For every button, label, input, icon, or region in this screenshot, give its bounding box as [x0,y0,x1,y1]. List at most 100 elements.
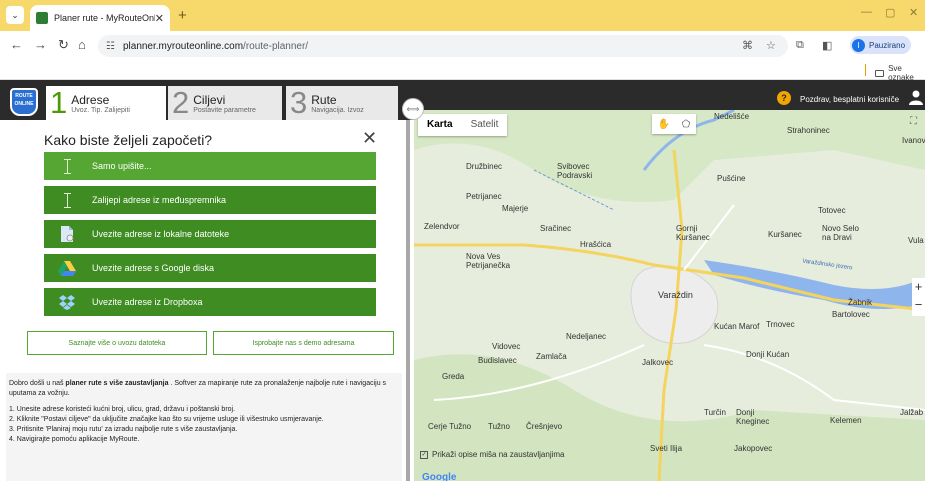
map-label: Cerje Tužno [428,422,472,431]
map-label: Nedelišće [714,112,750,121]
url-host: planner.myrouteonline.com [122,40,244,52]
learn-import-button[interactable]: Saznajte više o uvozu datoteka [27,331,207,355]
map-canvas[interactable]: Karta Satelit ✋ ⬠ ⛶ + − Nedelišće Strahon… [414,110,925,481]
map-label: Jakopovec [734,444,773,453]
map-label: Jalžab [900,408,924,417]
text-cursor-icon [58,191,76,209]
tab-strip: ⌄ Planer rute - MyRouteOnline ✕ + — ▢ ✕ [0,0,925,31]
import-dropbox-button[interactable]: Uvezite adrese iz Dropboxa [44,288,376,316]
step-routes-tab[interactable]: 3 Rute Navigacija. Izvoz [286,86,398,120]
import-google-drive-button[interactable]: Uvezite adrese s Google diska [44,254,376,282]
google-logo: Google [422,472,457,481]
step-subtitle: Postavite parametre [193,106,256,114]
hover-descriptions-option[interactable]: ✓ Prikaži opise miša na zaustavljanjima [420,450,565,459]
browser-window: ⌄ Planer rute - MyRouteOnline ✕ + — ▢ ✕ … [0,0,925,481]
type-addresses-button[interactable]: Samo upišite... [44,152,376,180]
tab-title: Planer rute - MyRouteOnline [54,13,155,23]
instruction-item: 2. Kliknite "Postavi ciljeve" da uključi… [9,416,324,423]
map-type-map-button[interactable]: Karta [418,114,462,136]
map-label: Pušćine [717,174,746,183]
step-title: Ciljevi [193,92,226,107]
extensions-icon[interactable]: ⧉ [796,39,804,52]
map-label: Petrijanec [466,192,502,201]
map-label: Svibovec Podravski [557,162,593,180]
greeting-text[interactable]: Pozdrav, besplatni korisniče [800,95,899,104]
map-label: Kuršanec [768,230,802,239]
active-tab[interactable]: Planer rute - MyRouteOnline ✕ [30,5,170,31]
reload-icon[interactable]: ↻ [58,37,69,53]
map-label: Vula [908,236,924,245]
hover-descriptions-label: Prikaži opise miša na zaustavljanjima [432,450,565,459]
map-label: Strahoninec [787,126,830,135]
minimize-icon[interactable]: — [861,6,872,18]
map-type-satellite-button[interactable]: Satelit [462,114,508,136]
map-label: Novo Selo na Dravi [822,224,859,242]
forward-icon[interactable]: → [34,37,47,52]
map-label: Ivanov [902,136,925,145]
side-panel-icon[interactable]: ◧ [822,39,832,52]
map-label: Trnovec [766,320,795,329]
instruction-item: 4. Navigirajte pomoću aplikacije MyRoute… [9,436,140,443]
profile-paused-button[interactable]: I Pauzirano [850,36,912,54]
step-addresses-tab[interactable]: 1 Adrese Uvoz. Tip. Zalijepiti [46,86,166,120]
option-label: Uvezite adrese s Google diska [92,263,215,273]
step-title: Adrese [71,92,110,107]
demo-addresses-button[interactable]: Isprobajte nas s demo adresama [213,331,394,355]
home-icon[interactable]: ⌂ [78,37,86,52]
browser-toolbar: ← → ↻ ⌂ ☷ planner.myrouteonline.com /rou… [0,31,925,61]
map-label: Zamlača [536,352,567,361]
map-label: Sračinec [540,224,572,233]
map-label: Turčin [704,408,726,417]
myroute-logo[interactable]: ROUTE ONLINE [10,88,38,116]
step-goals-tab[interactable]: 2 Ciljevi Postavite parametre [168,86,282,120]
back-icon[interactable]: ← [10,37,23,52]
map-label: Hrašćica [580,240,612,249]
dropbox-icon [58,293,76,311]
hover-descriptions-checkbox[interactable]: ✓ [420,450,428,459]
zoom-control[interactable]: + − [912,278,925,316]
step-number: 1 [50,85,68,120]
fullscreen-icon[interactable]: ⛶ [910,116,917,127]
map-label: Nedeljanec [566,332,607,341]
map-label: Donji Kućan [746,350,790,359]
map-label: Nova Ves Petrijanečka [466,252,511,270]
map-label: Vidovec [492,342,521,351]
paused-label: Pauzirano [869,40,906,50]
favicon-icon [36,12,48,24]
folder-icon [875,69,885,77]
step-subtitle: Navigacija. Izvoz [311,106,364,114]
window-close-icon[interactable]: ✕ [909,6,918,19]
paste-clipboard-button[interactable]: Zalijepi adrese iz međuspremnika [44,186,376,214]
tab-close-icon[interactable]: ✕ [155,12,164,25]
map-label: Družbinec [466,162,503,171]
site-info-icon[interactable]: ☷ [106,41,115,52]
maximize-icon[interactable]: ▢ [885,6,895,19]
user-icon[interactable] [908,89,924,105]
map-label: Žabnik [848,298,873,307]
map-label: Gornji Kuršanec [676,224,710,242]
step-number: 2 [172,85,190,120]
text-cursor-icon [58,157,76,175]
help-icon[interactable]: ? [777,91,791,105]
panel-resize-handle[interactable]: ⟺ [402,98,424,120]
bookmarks-separator [865,64,866,76]
draw-shape-icon[interactable]: ⬠ [682,119,691,130]
instruction-item: 3. Pritisnite 'Planiraj moju rutu' za iz… [9,426,238,433]
map-label: Zelendvor [424,222,460,231]
map-label: Bartolovec [832,310,870,319]
welcome-info: Dobro došli u naš planer rute s više zau… [6,373,402,481]
map-label: Donji Kneginec [736,408,770,426]
option-label: Uvezite adrese iz Dropboxa [92,297,203,307]
panel-close-icon[interactable]: ✕ [362,128,377,149]
welcome-text: Dobro došli u naš planer rute s više zau… [9,380,387,397]
new-tab-button[interactable]: + [178,7,187,24]
import-local-file-button[interactable]: Uvezite adrese iz lokalne datoteke [44,220,376,248]
address-bar[interactable]: ☷ planner.myrouteonline.com /route-plann… [98,35,788,57]
tab-search-icon[interactable]: ⌄ [6,6,24,24]
hand-pan-icon[interactable]: ✋ [658,119,670,130]
map-label: Tužno [488,422,510,431]
file-icon [58,225,76,243]
bookmark-star-icon[interactable]: ☆ [766,39,776,52]
instruction-item: 1. Unesite adrese koristeći kućni broj, … [9,406,236,413]
translate-icon[interactable]: ⌘ [742,39,753,52]
